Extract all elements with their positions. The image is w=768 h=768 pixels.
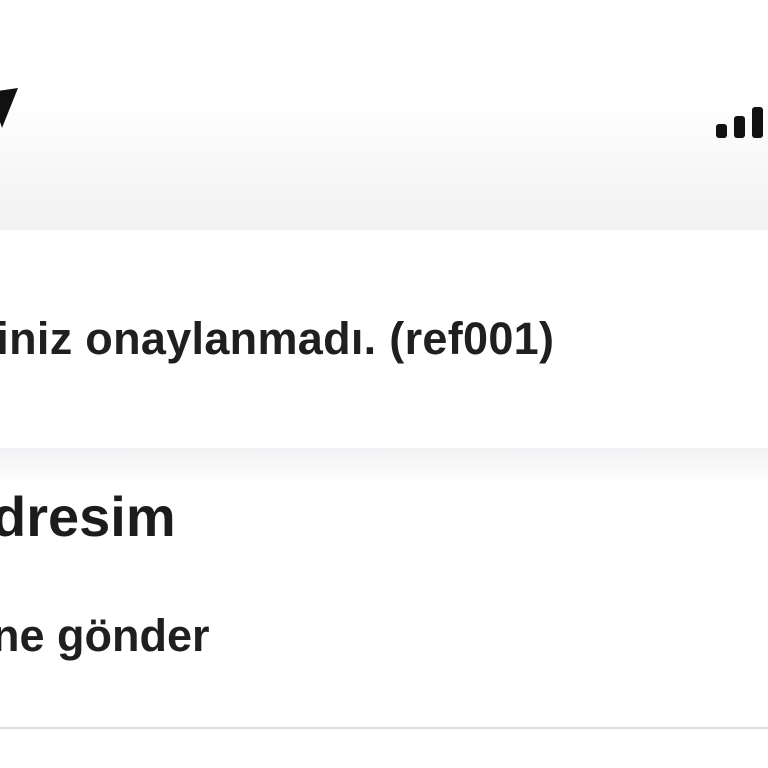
check-arrow-icon [0, 88, 18, 128]
signal-bar-2 [734, 116, 745, 138]
app-screen: miniz onaylanmadı. (ref001) dresim ne gö… [0, 0, 768, 768]
header-band [0, 178, 768, 230]
address-section-title: dresim [0, 485, 176, 548]
alert-message: miniz onaylanmadı. (ref001) [0, 313, 555, 364]
status-bar [0, 0, 768, 178]
footer-area [0, 729, 768, 768]
signal-bar-1 [716, 124, 727, 138]
signal-bar-3 [752, 107, 763, 138]
cellular-signal-icon [716, 96, 768, 138]
send-address-button[interactable]: ne gönder [0, 610, 210, 662]
